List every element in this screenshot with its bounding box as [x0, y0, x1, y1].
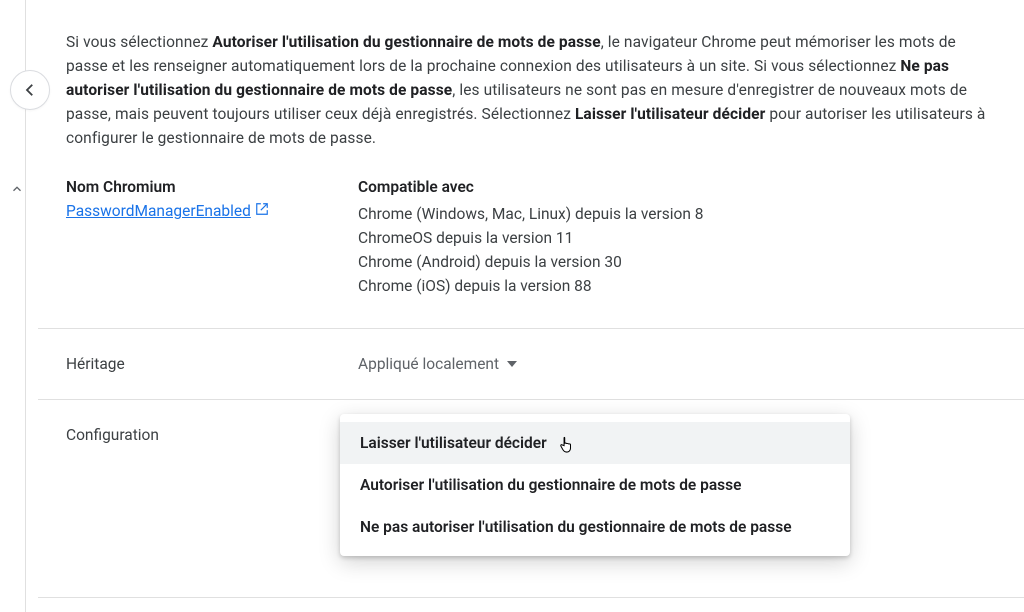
- chromium-name-text: PasswordManagerEnabled: [66, 202, 251, 220]
- config-option-allow[interactable]: Autoriser l'utilisation du gestionnaire …: [340, 464, 850, 506]
- collapse-chevron-icon[interactable]: [8, 180, 26, 198]
- config-option-disallow[interactable]: Ne pas autoriser l'utilisation du gestio…: [340, 506, 850, 548]
- chevron-left-icon: [21, 81, 39, 99]
- compat-line: Chrome (Android) depuis la version 30: [358, 250, 996, 274]
- configuration-section: Configuration Laisser l'utilisateur déci…: [38, 399, 1024, 549]
- desc-text: Si vous sélectionnez: [66, 33, 212, 51]
- back-button[interactable]: [10, 70, 50, 110]
- pointer-cursor-icon: [558, 436, 574, 454]
- meta-row: Nom Chromium PasswordManagerEnabled Comp…: [38, 170, 1024, 328]
- config-option-label: Autoriser l'utilisation du gestionnaire …: [360, 476, 741, 494]
- external-link-icon: [255, 202, 269, 220]
- content-pane: Si vous sélectionnez Autoriser l'utilisa…: [38, 0, 1024, 612]
- configuration-dropdown-menu: Laisser l'utilisateur décider Autoriser …: [340, 414, 850, 556]
- policy-description: Si vous sélectionnez Autoriser l'utilisa…: [38, 0, 1024, 170]
- desc-bold-1: Autoriser l'utilisation du gestionnaire …: [212, 33, 600, 51]
- inheritance-value: Appliqué localement: [358, 355, 499, 373]
- bottom-divider: [38, 597, 1024, 598]
- chromium-name-label: Nom Chromium: [66, 178, 358, 196]
- inheritance-section: Héritage Appliqué localement: [38, 328, 1024, 399]
- compat-line: ChromeOS depuis la version 11: [358, 226, 996, 250]
- compat-line: Chrome (iOS) depuis la version 88: [358, 274, 996, 298]
- config-option-label: Ne pas autoriser l'utilisation du gestio…: [360, 518, 792, 536]
- caret-down-icon: [507, 361, 517, 367]
- configuration-label: Configuration: [66, 426, 358, 523]
- config-option-label: Laisser l'utilisateur décider: [360, 434, 547, 452]
- inheritance-dropdown[interactable]: Appliqué localement: [358, 355, 517, 373]
- compat-label: Compatible avec: [358, 178, 996, 196]
- inheritance-label: Héritage: [66, 355, 358, 373]
- config-option-let-user-decide[interactable]: Laisser l'utilisateur décider: [340, 422, 850, 464]
- compat-line: Chrome (Windows, Mac, Linux) depuis la v…: [358, 202, 996, 226]
- desc-bold-3: Laisser l'utilisateur décider: [575, 105, 765, 123]
- chromium-name-link[interactable]: PasswordManagerEnabled: [66, 202, 269, 220]
